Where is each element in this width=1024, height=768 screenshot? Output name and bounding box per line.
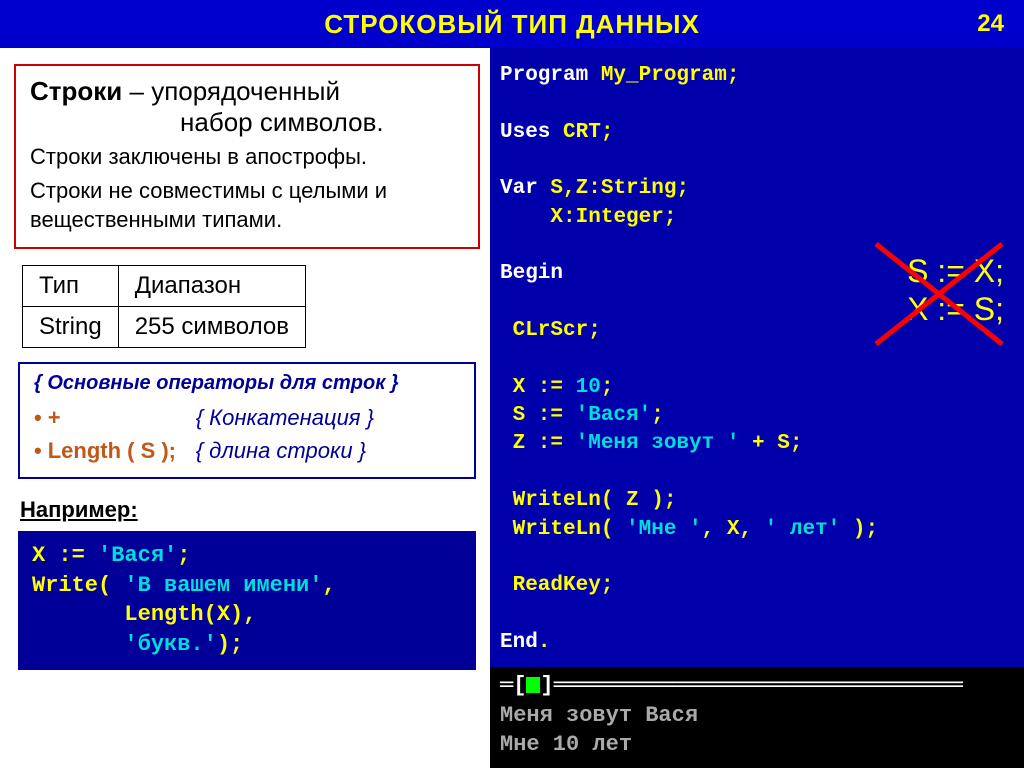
- type-table: Тип Диапазон String 255 символов: [22, 265, 306, 348]
- op-concat: +: [48, 401, 196, 434]
- l11c: , X,: [702, 518, 765, 541]
- out-bracket: ═[: [500, 673, 526, 698]
- kw-program: Program: [500, 64, 588, 87]
- slide-header: СТРОКОВЫЙ ТИП ДАННЫХ 24: [0, 0, 1024, 48]
- definition-term: Строки: [30, 76, 122, 106]
- l7a: X :=: [500, 376, 576, 399]
- var-sz: S,Z: [550, 177, 588, 200]
- l7b: 10: [576, 376, 601, 399]
- cursor-icon: [526, 677, 540, 693]
- definition-line2: набор символов.: [30, 107, 464, 138]
- ex-l4b: 'букв.': [124, 632, 216, 657]
- definition-sub1: Строки заключены в апострофы.: [30, 142, 464, 172]
- content-area: Строки – упорядоченный набор символов. С…: [0, 48, 1024, 768]
- operators-box: { Основные операторы для строк } • + { К…: [18, 362, 476, 479]
- wrong-l2: X := S;: [907, 290, 1004, 328]
- ex-l2b: 'В вашем имени': [124, 573, 322, 598]
- end-dot: .: [538, 631, 551, 654]
- l11d: ' лет': [765, 518, 841, 541]
- page-number: 24: [977, 10, 1004, 38]
- op-length-comment: { длина строки }: [196, 434, 366, 467]
- out-l2: Мне 10 лет: [500, 730, 1014, 760]
- ex-l4c: );: [217, 632, 243, 657]
- ex-l1c: ;: [177, 543, 190, 568]
- ex-l2a: Write(: [32, 573, 124, 598]
- kw-end: End: [500, 631, 538, 654]
- definition-box: Строки – упорядоченный набор символов. С…: [14, 64, 480, 249]
- program-panel: Program My_Program; Uses CRT; Var S,Z:St…: [490, 48, 1024, 768]
- ex-l3: Length(X),: [32, 602, 256, 627]
- l8b: 'Вася': [576, 404, 652, 427]
- program-output: ═[ ]═══════════════════════════════ Меня …: [490, 667, 1024, 768]
- th-range: Диапазон: [118, 266, 305, 307]
- td-range: 255 символов: [118, 307, 305, 348]
- l12: ReadKey;: [500, 574, 613, 597]
- semi: ;: [601, 121, 614, 144]
- type-string: :String;: [588, 177, 689, 200]
- wrong-l1: S := X;: [907, 252, 1004, 290]
- out-bracket2: ]═══════════════════════════════: [540, 673, 962, 698]
- indent: [500, 206, 550, 229]
- td-type: String: [23, 307, 119, 348]
- out-l1: Меня зовут Вася: [500, 701, 1014, 731]
- example-label: Например:: [20, 497, 480, 523]
- l10: WriteLn( Z );: [500, 489, 676, 512]
- kw-var: Var: [500, 177, 550, 200]
- l11b: 'Мне ': [626, 518, 702, 541]
- l9b: 'Меня зовут ': [576, 432, 740, 455]
- bullet-icon: •: [34, 401, 42, 434]
- l9a: Z :=: [500, 432, 576, 455]
- left-column: Строки – упорядоченный набор символов. С…: [0, 48, 490, 768]
- op-length: Length ( S );: [48, 434, 196, 467]
- ops-title: { Основные операторы для строк }: [34, 372, 460, 395]
- l7c: ;: [601, 376, 614, 399]
- slide-title: СТРОКОВЫЙ ТИП ДАННЫХ: [324, 9, 700, 40]
- ex-l4a: [32, 632, 124, 657]
- kw-begin: Begin: [500, 262, 563, 285]
- l8a: S :=: [500, 404, 576, 427]
- example-code-box: X := 'Вася'; Write( 'В вашем имени', Len…: [18, 531, 476, 670]
- ex-l2c: ,: [322, 573, 335, 598]
- uses-crt: CRT: [563, 121, 601, 144]
- prog-name: My_Program;: [588, 64, 739, 87]
- var-x: X: [550, 206, 563, 229]
- bullet-icon: •: [34, 434, 42, 467]
- definition-sub2: Строки не совместимы с целыми и веществе…: [30, 176, 464, 235]
- op-concat-comment: { Конкатенация }: [196, 401, 374, 434]
- l9c: + S;: [739, 432, 802, 455]
- clrscr: CLrScr;: [500, 319, 601, 342]
- l11a: WriteLn(: [500, 518, 626, 541]
- th-type: Тип: [23, 266, 119, 307]
- type-int: :Integer;: [563, 206, 676, 229]
- wrong-assignments: S := X; X := S;: [907, 252, 1004, 329]
- ex-l1b: 'Вася': [98, 543, 177, 568]
- kw-uses: Uses: [500, 121, 563, 144]
- ex-l1a: X :=: [32, 543, 98, 568]
- definition-rest: – упорядоченный: [122, 76, 340, 106]
- l8c: ;: [651, 404, 664, 427]
- l11e: );: [840, 518, 878, 541]
